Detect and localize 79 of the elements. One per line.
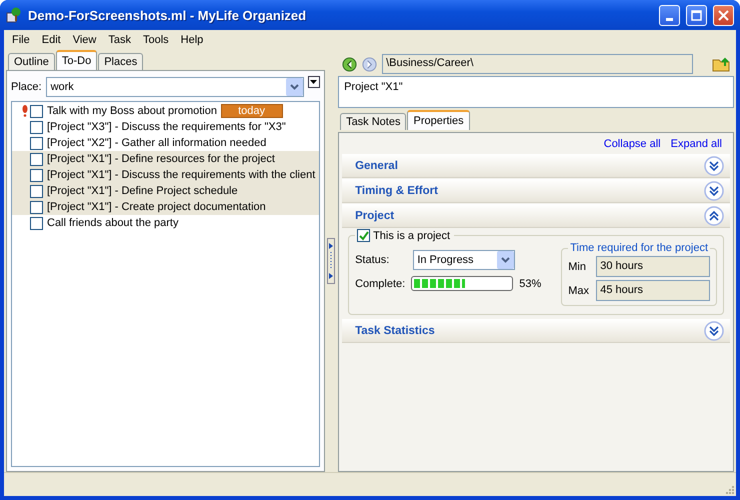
checkbox[interactable] [30, 184, 43, 198]
group-title: Time required for the project [569, 242, 709, 254]
menu-item[interactable]: Help [174, 34, 210, 46]
task-row[interactable]: [Project "X2"] - Gather all information needed [12, 135, 319, 151]
task-row[interactable]: [Project "X1"] - Discuss the requirements with the client [12, 167, 319, 183]
percent-text: 53% [519, 278, 542, 290]
due-badge: today [220, 104, 283, 118]
menu-dropdown-button[interactable] [308, 76, 320, 88]
status-label: Status: [355, 254, 390, 266]
menu-item[interactable]: Tools [136, 34, 175, 46]
task-text[interactable]: [Project "X1"] - Create project documentation [47, 201, 266, 213]
path-field[interactable]: \Business/Career\ [382, 54, 693, 74]
section-header[interactable]: General [342, 154, 730, 178]
minimize-button[interactable] [659, 4, 680, 26]
window-title: Demo-ForScreenshots.ml - MyLife Organized [28, 8, 308, 22]
status-dropdown[interactable]: In Progress [413, 250, 516, 270]
minimize-icon [666, 18, 673, 20]
tab[interactable]: To-Do [56, 50, 98, 70]
expand-icon[interactable] [704, 180, 724, 200]
expand-icon[interactable] [704, 320, 724, 340]
max-label: Max [568, 284, 590, 296]
checkbox[interactable] [30, 104, 43, 118]
maximize-button[interactable] [686, 4, 707, 26]
section-header[interactable]: Task Statistics [342, 319, 730, 343]
task-text[interactable]: [Project "X2"] - Gather all information needed [47, 137, 266, 149]
menu-item[interactable]: File [6, 34, 36, 46]
forward-icon[interactable] [362, 56, 378, 72]
task-row[interactable]: Call friends about the party [12, 215, 319, 231]
task-row[interactable]: [Project "X3"] - Discuss the requirements for "X3" [12, 119, 319, 135]
dropdown-button[interactable] [497, 251, 514, 269]
close-icon [718, 10, 729, 20]
checkbox[interactable] [30, 168, 43, 182]
max-field[interactable]: 45 hours [596, 280, 710, 301]
maximize-icon [691, 10, 702, 20]
close-button[interactable] [713, 4, 734, 26]
resize-grip-icon[interactable] [724, 484, 734, 494]
min-field[interactable]: 30 hours [596, 256, 710, 277]
dropdown-button[interactable] [286, 78, 303, 96]
menu-item[interactable]: Task [102, 34, 137, 46]
task-row[interactable]: [Project "X1"] - Create project documentation [12, 199, 319, 215]
task-text[interactable]: [Project "X3"] - Discuss the requirements for "X3" [47, 121, 286, 133]
task-text[interactable]: [Project "X1"] - Define Project schedule [47, 185, 238, 197]
tab[interactable]: Outline [8, 53, 55, 70]
task-row[interactable]: Talk with my Boss about promotion today [12, 103, 319, 119]
complete-label: Complete: [355, 278, 406, 290]
checkbox[interactable] [30, 200, 43, 214]
check-icon [358, 230, 369, 240]
task-text[interactable]: Talk with my Boss about promotion [47, 105, 217, 117]
caret-icon [310, 80, 318, 84]
expand-icon[interactable] [704, 156, 724, 176]
back-icon[interactable] [342, 56, 358, 72]
section-header[interactable]: Project [342, 204, 730, 228]
place-label: Place: [11, 81, 42, 93]
link[interactable]: Expand all [670, 138, 722, 150]
task-title-field[interactable]: Project "X1" [338, 76, 734, 108]
task-text[interactable]: Call friends about the party [47, 217, 178, 229]
link[interactable]: Collapse all [604, 138, 661, 150]
tab[interactable]: Properties [407, 110, 470, 130]
checkbox[interactable] [30, 120, 43, 134]
checkbox[interactable] [30, 136, 43, 150]
collapse-icon[interactable] [704, 206, 724, 226]
place-dropdown[interactable]: work [46, 77, 304, 97]
min-label: Min [568, 260, 587, 272]
checkbox[interactable] [30, 216, 43, 230]
menu-item[interactable]: Edit [36, 34, 67, 46]
menu-item[interactable]: View [66, 34, 102, 46]
folder-up-icon[interactable] [712, 56, 730, 72]
task-row[interactable]: [Project "X1"] - Define Project schedule [12, 183, 319, 199]
tree-icon [6, 7, 22, 23]
checkbox[interactable] [357, 229, 370, 242]
tab[interactable]: Places [98, 53, 144, 70]
task-text[interactable]: [Project "X1"] - Define resources for the project [47, 153, 275, 165]
splitter-grip[interactable] [327, 238, 336, 284]
task-row[interactable]: [Project "X1"] - Define resources for the project [12, 151, 319, 167]
checkbox[interactable] [30, 152, 43, 166]
checkbox-label: This is a project [373, 230, 450, 242]
section-header[interactable]: Timing & Effort [342, 179, 730, 203]
task-text[interactable]: [Project "X1"] - Discuss the requirements with the client [47, 169, 316, 181]
tab[interactable]: Task Notes [340, 113, 406, 130]
